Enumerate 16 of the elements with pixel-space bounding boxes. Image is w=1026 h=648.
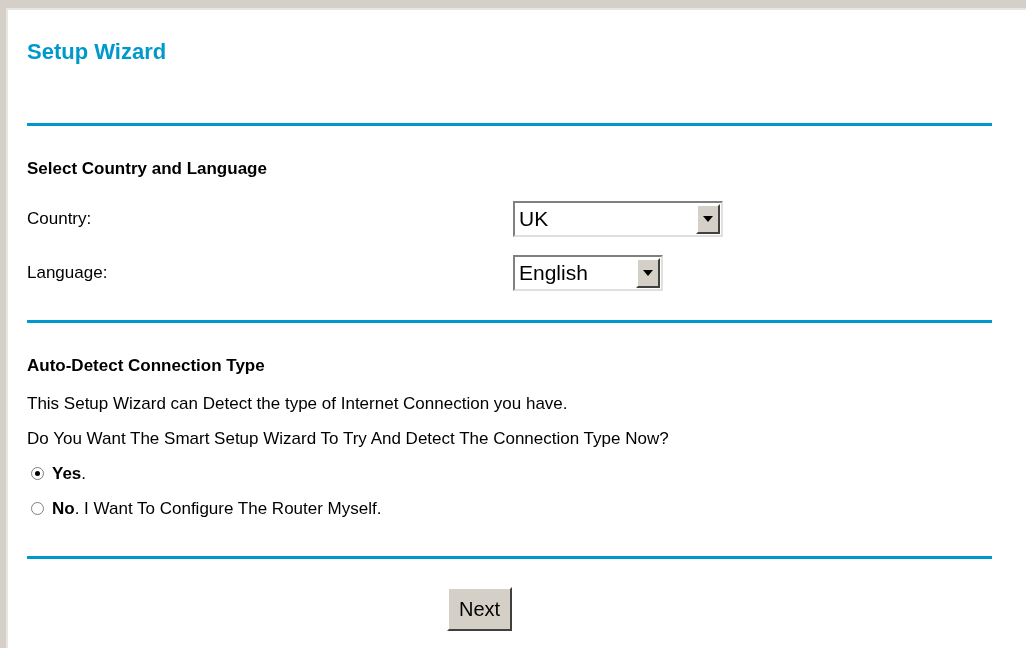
section-heading: Select Country and Language [27,158,268,180]
radio-label: Yes. [52,462,87,485]
radio-button[interactable] [31,467,44,480]
dropdown[interactable]: UK [513,200,723,237]
section-heading: Auto-Detect Connection Type [27,354,266,377]
radio-label: No. I Want To Configure The Router Myself. [52,497,382,520]
description-text: Do You Want The Smart Setup Wizard To Try And Detect The Connection Type Now? [27,427,670,450]
next-button[interactable]: Next [446,587,513,631]
dropdown[interactable]: English [513,254,663,291]
caret-icon [643,269,653,276]
caret-icon [703,215,713,222]
field-label: Language: [27,261,109,284]
page-title: Setup Wizard [27,38,168,66]
field-label: Country: [27,207,93,230]
description-text: This Setup Wizard can Detect the type of Internet Connection you have. [27,392,569,415]
radio-button[interactable] [31,502,44,515]
